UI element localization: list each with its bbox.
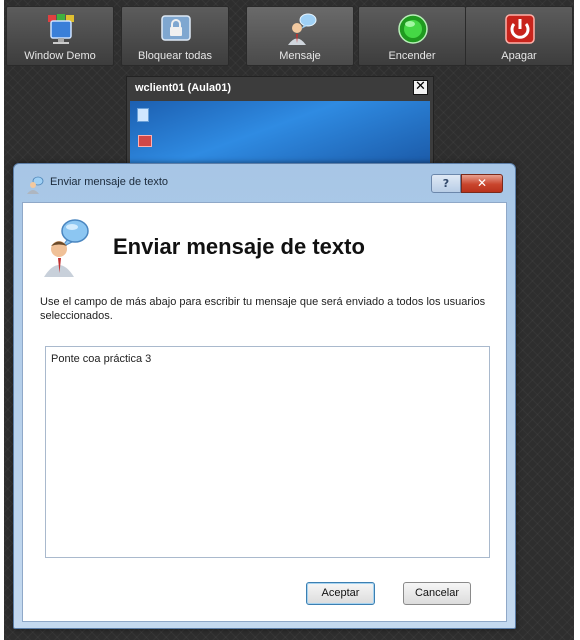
power-off-label: Apagar (501, 50, 537, 62)
cancel-button[interactable]: Cancelar (403, 582, 471, 605)
dialog-description: Use el campo de más abajo para escribir … (40, 296, 486, 322)
power-off-red-icon (505, 14, 535, 44)
power-on-button[interactable]: Encender (358, 6, 466, 66)
message-text-input[interactable]: Ponte coa práctica 3 (45, 346, 490, 558)
window-demo-label: Window Demo (24, 50, 96, 62)
client-tile[interactable]: wclient01 (Aula01) ✕ (126, 76, 434, 168)
desktop-icon (138, 135, 152, 147)
message-user-icon (288, 13, 317, 45)
lock-all-button[interactable]: Bloquear todas (121, 6, 229, 66)
dialog-heading: Enviar mensaje de texto (113, 234, 365, 259)
power-on-green-icon (398, 14, 428, 44)
client-close-button[interactable]: ✕ (413, 80, 428, 95)
accept-button[interactable]: Aceptar (306, 582, 375, 605)
client-screen-thumbnail[interactable] (130, 101, 430, 165)
lock-screen-icon (161, 15, 191, 41)
power-off-button[interactable]: Apagar (465, 6, 573, 66)
window-demo-button[interactable]: Window Demo (6, 6, 114, 66)
dialog-window-title: Enviar mensaje de texto (50, 176, 169, 188)
message-user-icon (44, 219, 89, 277)
main-toolbar: Window Demo Bloquear todas Mensaje Encen… (6, 6, 576, 68)
send-message-dialog: Enviar mensaje de texto ? ✕ Enviar mensa… (13, 163, 516, 629)
dialog-close-button[interactable]: ✕ (461, 174, 503, 193)
app-window: Window Demo Bloquear todas Mensaje Encen… (0, 0, 580, 640)
dialog-content: Enviar mensaje de texto Use el campo de … (22, 202, 507, 622)
computer-group-icon (48, 14, 74, 44)
client-title: wclient01 (Aula01) (135, 82, 231, 94)
message-user-icon (27, 176, 44, 194)
desktop-icon (137, 108, 149, 122)
message-button[interactable]: Mensaje (246, 6, 354, 66)
help-button[interactable]: ? (431, 174, 461, 193)
message-label: Mensaje (279, 50, 321, 62)
lock-all-label: Bloquear todas (138, 50, 212, 62)
power-on-label: Encender (388, 50, 436, 62)
